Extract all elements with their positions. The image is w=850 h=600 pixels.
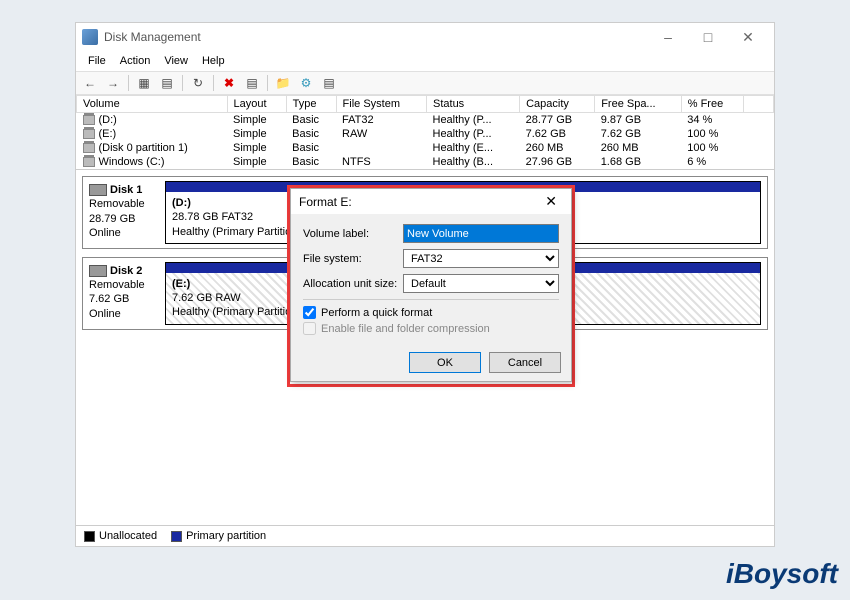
unallocated-swatch — [84, 531, 95, 542]
col-status[interactable]: Status — [427, 96, 520, 113]
app-icon — [82, 29, 98, 45]
col-volume[interactable]: Volume — [77, 96, 228, 113]
ok-button[interactable]: OK — [409, 352, 481, 373]
disk-icon — [89, 265, 107, 277]
table-row[interactable]: (Disk 0 partition 1)SimpleBasicHealthy (… — [77, 141, 774, 155]
col-freespace[interactable]: Free Spa... — [595, 96, 682, 113]
menubar: File Action View Help — [76, 51, 774, 71]
filesystem-select[interactable]: FAT32 — [403, 249, 559, 268]
disk-info: Disk 1Removable28.79 GBOnline — [83, 177, 159, 248]
volume-list: Volume Layout Type File System Status Ca… — [76, 95, 774, 170]
quick-format-checkbox[interactable] — [303, 306, 316, 319]
settings-icon[interactable]: ⚙ — [296, 73, 316, 93]
maximize-button[interactable]: □ — [688, 25, 728, 49]
allocation-size-label: Allocation unit size: — [303, 278, 403, 290]
disk-icon — [89, 184, 107, 196]
toolbar: ← → ▦ ▤ ↻ ✖ ▤ 📁 ⚙ ▤ — [76, 71, 774, 95]
forward-button[interactable]: → — [103, 73, 123, 93]
cancel-button[interactable]: Cancel — [489, 352, 561, 373]
menu-view[interactable]: View — [158, 53, 194, 69]
legend-primary: Primary partition — [186, 530, 266, 542]
minimize-button[interactable]: – — [648, 25, 688, 49]
allocation-size-select[interactable]: Default — [403, 274, 559, 293]
delete-button[interactable]: ✖ — [219, 73, 239, 93]
col-layout[interactable]: Layout — [227, 96, 286, 113]
volume-label-label: Volume label: — [303, 228, 403, 240]
back-button[interactable]: ← — [80, 73, 100, 93]
col-type[interactable]: Type — [286, 96, 336, 113]
volume-label-input[interactable] — [403, 224, 559, 243]
filesystem-label: File system: — [303, 253, 403, 265]
show-panel-button[interactable]: ▤ — [157, 73, 177, 93]
refresh-button[interactable]: ↻ — [188, 73, 208, 93]
quick-format-label: Perform a quick format — [321, 307, 432, 319]
menu-help[interactable]: Help — [196, 53, 231, 69]
drive-icon — [83, 115, 95, 125]
watermark: iBoysoft — [726, 558, 838, 590]
window-title: Disk Management — [104, 30, 201, 44]
compression-label: Enable file and folder compression — [321, 323, 490, 335]
dialog-title: Format E: — [299, 195, 352, 209]
titlebar: Disk Management – □ ✕ — [76, 23, 774, 51]
table-row[interactable]: Windows (C:)SimpleBasicNTFSHealthy (B...… — [77, 155, 774, 169]
col-filesystem[interactable]: File System — [336, 96, 426, 113]
close-button[interactable]: ✕ — [728, 25, 768, 49]
primary-swatch — [171, 531, 182, 542]
drive-icon — [83, 129, 95, 139]
legend: Unallocated Primary partition — [76, 525, 774, 546]
drive-icon — [83, 143, 95, 153]
properties-button[interactable]: ▤ — [242, 73, 262, 93]
col-pctfree[interactable]: % Free — [681, 96, 743, 113]
hide-console-tree-button[interactable]: ▦ — [134, 73, 154, 93]
menu-action[interactable]: Action — [114, 53, 157, 69]
col-capacity[interactable]: Capacity — [520, 96, 595, 113]
dialog-close-icon[interactable]: ✕ — [539, 193, 563, 210]
format-dialog: Format E: ✕ Volume label: File system: F… — [290, 188, 572, 382]
drive-icon — [83, 157, 95, 167]
table-row[interactable]: (E:)SimpleBasicRAWHealthy (P...7.62 GB7.… — [77, 127, 774, 141]
list-view-icon[interactable]: ▤ — [319, 73, 339, 93]
new-folder-icon[interactable]: 📁 — [273, 73, 293, 93]
compression-checkbox — [303, 322, 316, 335]
table-row[interactable]: (D:)SimpleBasicFAT32Healthy (P...28.77 G… — [77, 113, 774, 128]
disk-info: Disk 2Removable7.62 GBOnline — [83, 258, 159, 329]
legend-unallocated: Unallocated — [99, 530, 157, 542]
menu-file[interactable]: File — [82, 53, 112, 69]
